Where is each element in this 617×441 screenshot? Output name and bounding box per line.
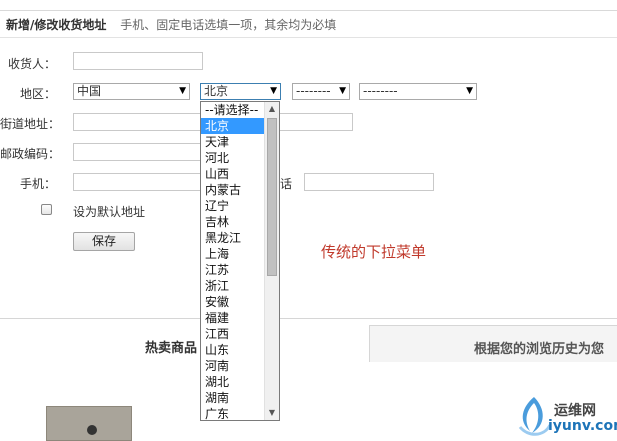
dropdown-option[interactable]: 内蒙古 [201, 182, 264, 198]
dropdown-option[interactable]: 浙江 [201, 278, 264, 294]
province-select[interactable]: 北京 ▼ [200, 83, 281, 100]
province-dropdown-list[interactable]: --请选择-- 北京 天津 河北 山西 内蒙古 辽宁 吉林 黑龙江 上海 江苏 浙江 安徽 福建 江西 山东河… [200, 101, 280, 421]
tab-browsing-history[interactable]: 根据您的浏览历史为您 [369, 325, 617, 362]
dropdown-option[interactable]: 福建 [201, 310, 264, 326]
dropdown-option[interactable]: 湖北 [201, 374, 264, 390]
tab-hot-products[interactable]: 热卖商品 [145, 337, 197, 356]
product-thumbnail[interactable] [46, 406, 132, 441]
scroll-up-icon[interactable]: ▲ [265, 102, 279, 116]
district-value: -------- [363, 84, 398, 98]
mobile-input[interactable] [73, 173, 203, 191]
dropdown-options: --请选择-- 北京 天津 河北 山西 内蒙古 辽宁 吉林 黑龙江 上海 江苏 浙江 安徽 福建 江西 山东河… [201, 102, 264, 420]
dropdown-option[interactable]: 安徽 [201, 294, 264, 310]
dropdown-option[interactable]: 黑龙江 [201, 230, 264, 246]
thumbnail-detail [87, 425, 97, 435]
dropdown-option[interactable]: 江西 [201, 326, 264, 342]
logo-text-domain: iyunv.com [548, 418, 617, 434]
form-title: 新增/修改收货地址 [6, 18, 107, 32]
consignee-label: 收货人： [7, 57, 56, 71]
dropdown-option[interactable]: 辽宁 [201, 198, 264, 214]
scroll-down-icon[interactable]: ▼ [265, 406, 279, 420]
section-divider [0, 318, 617, 319]
top-divider [0, 10, 617, 11]
dropdown-option[interactable]: 北京 [201, 118, 264, 134]
dropdown-option[interactable]: 天津 [201, 134, 264, 150]
tab-browsing-history-label: 根据您的浏览历史为您 [474, 342, 605, 357]
form-hint: 手机、固定电话选填一项，其余均为必填 [120, 18, 337, 32]
dropdown-arrow-icon: ▼ [179, 86, 186, 96]
dropdown-option[interactable]: 山东 [201, 342, 264, 358]
dropdown-arrow-icon: ▼ [466, 86, 473, 96]
consignee-input[interactable] [73, 52, 203, 70]
mobile-label: 手机： [19, 177, 56, 191]
dropdown-scrollbar[interactable]: ▲ ▼ [264, 102, 279, 420]
district-select[interactable]: -------- ▼ [359, 83, 477, 100]
region-label: 地区： [19, 87, 56, 101]
dropdown-option[interactable]: 广东 [201, 406, 264, 420]
zip-label: 邮政编码： [0, 147, 61, 161]
zip-input[interactable] [73, 143, 203, 161]
dropdown-option[interactable]: 湖南 [201, 390, 264, 406]
default-address-label: 设为默认地址 [73, 205, 146, 219]
default-address-checkbox[interactable] [41, 204, 52, 215]
dropdown-option[interactable]: 上海 [201, 246, 264, 262]
country-select[interactable]: 中国 ▼ [73, 83, 190, 100]
form-header: 新增/修改收货地址 手机、固定电话选填一项，其余均为必填 [6, 16, 336, 32]
city-select[interactable]: -------- ▼ [292, 83, 350, 100]
city-value: -------- [296, 84, 331, 98]
header-divider [0, 37, 617, 38]
dropdown-option[interactable]: --请选择-- [201, 102, 264, 118]
phone-input[interactable] [304, 173, 434, 191]
dropdown-option[interactable]: 江苏 [201, 262, 264, 278]
province-value: 北京 [204, 84, 229, 98]
dropdown-option[interactable]: 山西 [201, 166, 264, 182]
save-button[interactable]: 保存 [73, 232, 135, 251]
dropdown-option[interactable]: 河北 [201, 150, 264, 166]
dropdown-arrow-icon: ▼ [270, 86, 277, 96]
country-value: 中国 [77, 84, 102, 98]
dropdown-option[interactable]: 河南 [201, 358, 264, 374]
logo-text-cn: 运维网 [554, 403, 596, 419]
dropdown-option[interactable]: 吉林 [201, 214, 264, 230]
watermark-logo: 运维网 iyunv.com [514, 391, 617, 439]
street-label: 街道地址： [0, 117, 61, 131]
dropdown-arrow-icon: ▼ [339, 86, 346, 96]
annotation-text: 传统的下拉菜单 [321, 243, 427, 261]
scrollbar-thumb[interactable] [267, 118, 277, 276]
